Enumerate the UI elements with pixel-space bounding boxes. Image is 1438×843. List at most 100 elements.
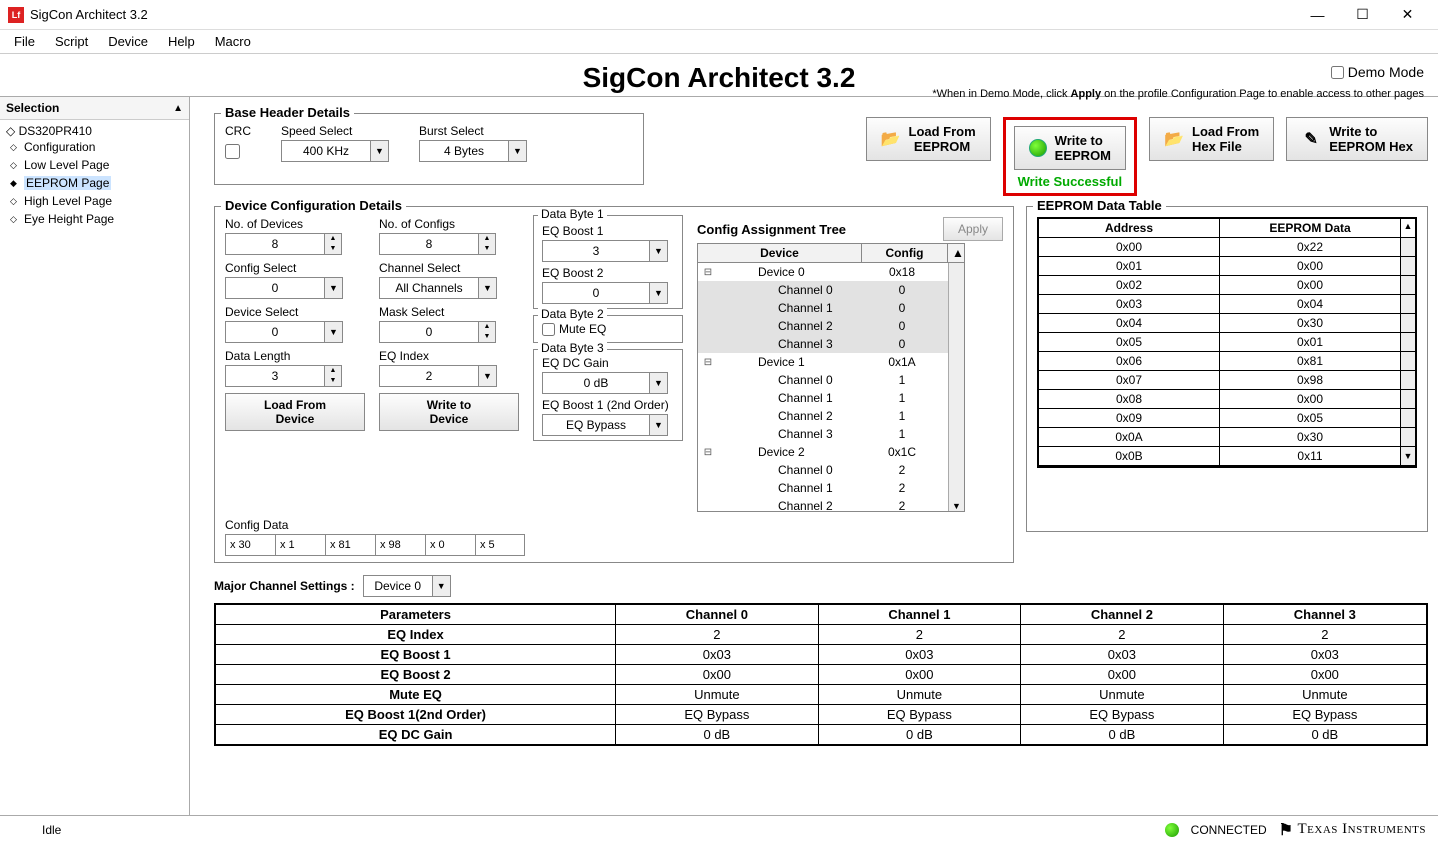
main-content: Base Header Details CRC Speed Select ▼ B… [190,97,1438,815]
write-to-eeprom-hex-button[interactable]: ✎ Write toEEPROM Hex [1286,117,1428,161]
write-status: Write Successful [1018,174,1123,189]
sidebar-item-configuration[interactable]: Configuration [2,138,187,156]
close-button[interactable]: ✕ [1385,1,1430,29]
header: SigCon Architect 3.2 Demo Mode *When in … [0,54,1438,97]
mute-eq-toggle[interactable]: Mute EQ [542,322,674,336]
burst-select[interactable]: ▼ [419,140,527,162]
eeprom-row[interactable]: 0x090x05 [1039,409,1415,428]
sidebar-item-eye-height-page[interactable]: Eye Height Page [2,210,187,228]
window-title: SigCon Architect 3.2 [30,7,1295,22]
config-data-cell[interactable]: x 81 [325,534,375,556]
tree-row[interactable]: Channel 01 [698,371,964,389]
eq-boost1-2nd-select[interactable]: ▼ [542,414,674,436]
tree-row[interactable]: Channel 02 [698,461,964,479]
menu-script[interactable]: Script [45,31,98,52]
config-data-cell[interactable]: x 1 [275,534,325,556]
tree-row[interactable]: Channel 20 [698,317,964,335]
sidebar-item-low-level-page[interactable]: Low Level Page [2,156,187,174]
scroll-up-icon[interactable]: ▲ [948,244,964,262]
settings-row: EQ Boost 20x000x000x000x00 [215,665,1427,685]
mask-select-input[interactable]: ▲▼ [379,321,519,343]
settings-row: Mute EQUnmuteUnmuteUnmuteUnmute [215,685,1427,705]
no-devices-input[interactable]: ▲▼ [225,233,365,255]
settings-row: EQ DC Gain0 dB0 dB0 dB0 dB [215,725,1427,746]
eq-dc-gain-select[interactable]: ▼ [542,372,674,394]
data-length-input[interactable]: ▲▼ [225,365,365,387]
sidebar-header: Selection ▲ [0,97,189,120]
eq-boost1-select[interactable]: ▼ [542,240,674,262]
tree-row[interactable]: Channel 00 [698,281,964,299]
tree-row[interactable]: Channel 10 [698,299,964,317]
write-to-device-button[interactable]: Write toDevice [379,393,519,431]
config-data-cell[interactable]: x 5 [475,534,525,556]
eq-boost2-select[interactable]: ▼ [542,282,674,304]
channel-select[interactable]: ▼ [379,277,519,299]
tree-row[interactable]: Channel 22 [698,497,964,511]
menu-help[interactable]: Help [158,31,205,52]
sidebar-item-high-level-page[interactable]: High Level Page [2,192,187,210]
eeprom-row[interactable]: 0x080x00 [1039,390,1415,409]
tree-row[interactable]: ⊟Device 10x1A [698,353,964,371]
load-from-device-button[interactable]: Load FromDevice [225,393,365,431]
tree-row[interactable]: Channel 12 [698,479,964,497]
demo-note: *When in Demo Mode, click Apply on the p… [932,88,1424,100]
eeprom-row[interactable]: 0x0A0x30 [1039,428,1415,447]
eeprom-row[interactable]: 0x020x00 [1039,276,1415,295]
maximize-button[interactable]: ☐ [1340,1,1385,29]
tree-root[interactable]: ◇ DS320PR410 [2,124,187,138]
sidebar-item-eeprom-page[interactable]: EEPROM Page [2,174,187,192]
chevron-down-icon[interactable]: ▼ [371,140,389,162]
major-device-select[interactable]: ▼ [363,575,451,597]
chevron-down-icon[interactable]: ▼ [509,140,527,162]
apply-button[interactable]: Apply [943,217,1003,241]
menu-macro[interactable]: Macro [205,31,261,52]
tree-row[interactable]: Channel 30 [698,335,964,353]
app-icon: Lf [8,7,24,23]
selection-tree: ◇ DS320PR410 ConfigurationLow Level Page… [0,120,189,232]
eeprom-row[interactable]: 0x030x04 [1039,295,1415,314]
config-data-row[interactable]: x 30x 1x 81x 98x 0x 5 [225,534,525,556]
tree-row[interactable]: Channel 21 [698,407,964,425]
scrollbar[interactable]: ▼ [948,263,964,511]
device-select[interactable]: ▼ [225,321,365,343]
eeprom-data-table[interactable]: Address EEPROM Data ▲ 0x000x220x010x000x… [1037,217,1417,468]
scroll-up-icon[interactable]: ▲ [173,103,183,114]
tree-row[interactable]: Channel 11 [698,389,964,407]
sidebar: Selection ▲ ◇ DS320PR410 ConfigurationLo… [0,97,190,815]
eeprom-row[interactable]: 0x010x00 [1039,257,1415,276]
eeprom-row[interactable]: 0x000x22 [1039,238,1415,257]
load-from-eeprom-button[interactable]: 📂 Load FromEEPROM [866,117,991,161]
write-to-eeprom-button[interactable]: Write toEEPROM [1014,126,1126,170]
major-settings-table: ParametersChannel 0Channel 1Channel 2Cha… [214,603,1428,746]
eq-index-select[interactable]: ▼ [379,365,519,387]
scroll-up-icon[interactable]: ▲ [1401,219,1415,237]
eeprom-row[interactable]: 0x040x30 [1039,314,1415,333]
eeprom-row[interactable]: 0x050x01 [1039,333,1415,352]
eeprom-row[interactable]: 0x0B0x11▼ [1039,447,1415,466]
demo-mode-checkbox[interactable] [1331,66,1344,79]
config-data-cell[interactable]: x 0 [425,534,475,556]
crc-checkbox[interactable] [225,144,240,159]
titlebar: Lf SigCon Architect 3.2 — ☐ ✕ [0,0,1438,30]
eeprom-row[interactable]: 0x060x81 [1039,352,1415,371]
speed-select[interactable]: ▼ [281,140,389,162]
tree-row[interactable]: ⊟Device 00x18 [698,263,964,281]
config-select[interactable]: ▼ [225,277,365,299]
device-config-group: Device Configuration Details No. of Devi… [214,206,1014,563]
config-assignment-tree[interactable]: Device Config ▲ ⊟Device 00x18Channel 00C… [697,243,965,512]
tree-row[interactable]: ⊟Device 20x1C [698,443,964,461]
config-data-cell[interactable]: x 30 [225,534,275,556]
load-from-hex-button[interactable]: 📂 Load FromHex File [1149,117,1274,161]
minimize-button[interactable]: — [1295,1,1340,29]
status-idle: Idle [42,823,61,837]
green-led-icon [1029,139,1047,157]
eeprom-row[interactable]: 0x070x98 [1039,371,1415,390]
config-data-cell[interactable]: x 98 [375,534,425,556]
tree-row[interactable]: Channel 31 [698,425,964,443]
status-connected: CONNECTED [1191,823,1267,837]
menu-file[interactable]: File [4,31,45,52]
menu-device[interactable]: Device [98,31,158,52]
major-settings-label: Major Channel Settings : [214,579,355,593]
demo-mode-toggle[interactable]: Demo Mode [1331,64,1424,80]
no-configs-input[interactable]: ▲▼ [379,233,519,255]
